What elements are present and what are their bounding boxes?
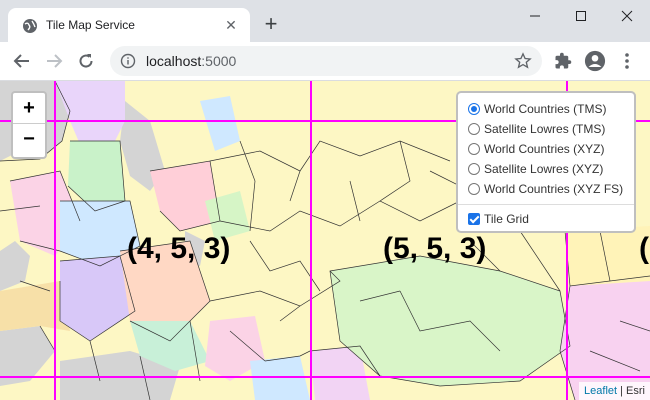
tile-label: (5, 5, 3)	[383, 232, 487, 265]
close-tab-icon[interactable]: ✕	[220, 14, 242, 36]
back-button[interactable]	[8, 48, 36, 74]
menu-icon[interactable]	[616, 50, 638, 72]
leaflet-link[interactable]: Leaflet	[584, 385, 617, 397]
forward-button[interactable]	[40, 48, 68, 74]
zoom-control: + −	[11, 91, 47, 159]
tile-grid-checkbox[interactable]	[468, 213, 480, 225]
site-info-icon[interactable]	[120, 53, 136, 69]
url-port: :5000	[201, 53, 237, 69]
reload-icon	[79, 54, 93, 68]
overlay-label: Tile Grid	[484, 212, 529, 226]
layers-control: World Countries (TMS) Satellite Lowres (…	[456, 91, 636, 233]
browser-tab[interactable]: Tile Map Service ✕	[8, 8, 250, 42]
base-layer-option[interactable]: Satellite Lowres (TMS)	[468, 119, 626, 139]
address-bar[interactable]: localhost:5000	[110, 46, 542, 76]
provider-name: Esri	[626, 385, 645, 397]
overlay-option[interactable]: Tile Grid	[468, 209, 626, 229]
radio-button[interactable]	[468, 183, 480, 195]
close-icon[interactable]	[604, 0, 650, 32]
layer-label: World Countries (TMS)	[484, 102, 607, 116]
reload-button[interactable]	[72, 48, 100, 74]
radio-button[interactable]	[468, 123, 480, 135]
browser-toolbar: localhost:5000	[0, 42, 650, 81]
radio-button[interactable]	[468, 143, 480, 155]
tile-label: (4, 5, 3)	[127, 232, 231, 265]
browser-title-bar: Tile Map Service ✕ +	[0, 0, 650, 42]
url-host: localhost	[146, 53, 202, 69]
radio-button[interactable]	[468, 163, 480, 175]
extensions-icon[interactable]	[552, 50, 574, 72]
base-layer-option[interactable]: World Countries (XYZ)	[468, 139, 626, 159]
layer-label: World Countries (XYZ)	[484, 142, 605, 156]
layers-separator	[458, 204, 634, 205]
base-layer-option[interactable]: World Countries (TMS)	[468, 99, 626, 119]
tab-title: Tile Map Service	[46, 18, 135, 32]
map-view[interactable]: (4, 5, 3) (5, 5, 3) ( + − World Countrie…	[0, 81, 650, 400]
layer-label: World Countries (XYZ FS)	[484, 182, 624, 196]
map-attribution: Leaflet | Esri	[579, 382, 650, 400]
layer-label: Satellite Lowres (XYZ)	[484, 162, 604, 176]
zoom-in-button[interactable]: +	[13, 93, 45, 124]
layer-label: Satellite Lowres (TMS)	[484, 122, 606, 136]
zoom-out-button[interactable]: −	[13, 124, 45, 155]
radio-button[interactable]	[468, 103, 480, 115]
attribution-separator: |	[617, 385, 627, 397]
minimize-icon[interactable]	[512, 0, 558, 32]
base-layer-option[interactable]: World Countries (XYZ FS)	[468, 179, 626, 199]
url-text[interactable]: localhost:5000	[146, 53, 236, 69]
bookmark-star-icon[interactable]	[514, 52, 532, 70]
globe-icon	[23, 19, 37, 33]
back-arrow-icon	[13, 54, 29, 68]
maximize-icon[interactable]	[558, 0, 604, 32]
tile-label: (	[639, 232, 649, 265]
profile-icon[interactable]	[584, 50, 606, 72]
base-layer-option[interactable]: Satellite Lowres (XYZ)	[468, 159, 626, 179]
new-tab-button[interactable]: +	[258, 12, 284, 38]
forward-arrow-icon	[47, 54, 63, 68]
